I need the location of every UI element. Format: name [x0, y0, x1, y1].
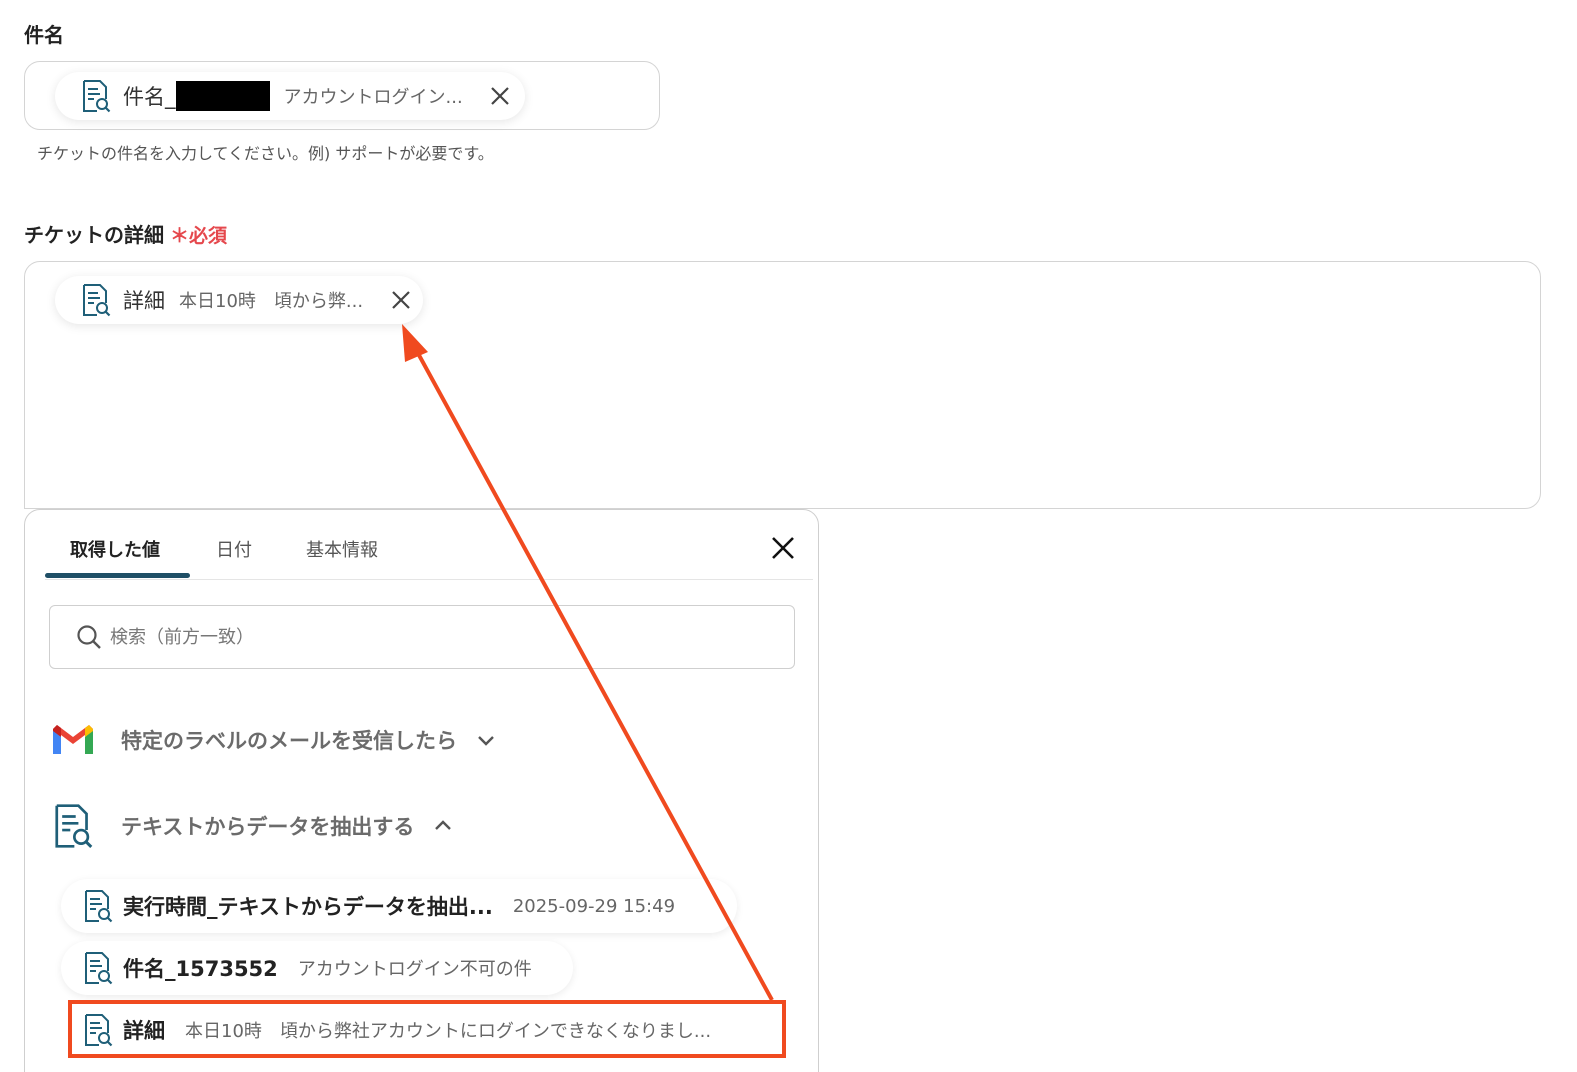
details-chip[interactable]: 詳細 本日10時 頃から弊...	[55, 276, 423, 324]
item-value: 2025-09-29 15:49	[512, 895, 676, 917]
item-name: 実行時間_テキストからデータを抽出...	[123, 895, 493, 919]
document-search-icon	[81, 283, 111, 317]
details-field[interactable]: 詳細 本日10時 頃から弊...	[24, 261, 1541, 509]
close-icon[interactable]	[769, 534, 797, 562]
section-title: 特定のラベルのメールを受信したら	[121, 729, 457, 753]
details-label-text: チケットの詳細	[24, 223, 164, 247]
document-search-icon	[81, 79, 111, 113]
details-chip-value: 本日10時 頃から弊...	[179, 291, 364, 312]
tab-divider	[45, 579, 813, 580]
document-search-icon	[51, 803, 95, 849]
tab-date[interactable]: 日付	[216, 536, 252, 562]
list-item[interactable]: 実行時間_テキストからデータを抽出... 2025-09-29 15:49	[61, 879, 737, 933]
item-value: アカウントログイン不可の件	[297, 959, 532, 980]
subject-chip-value: アカウントログイン...	[283, 87, 463, 108]
subject-chip-name: 件名_	[123, 85, 176, 109]
subject-help-text: チケットの件名を入力してください。例) サポートが必要です。	[37, 144, 494, 163]
section-gmail-trigger[interactable]: 特定のラベルのメールを受信したら	[51, 723, 497, 757]
redacted-block	[175, 81, 270, 111]
annotation-highlight-box	[68, 1000, 786, 1058]
details-chip-name: 詳細	[123, 289, 165, 313]
list-item[interactable]: 件名_1573552 アカウントログイン不可の件	[61, 941, 573, 995]
required-mark: ＊必須	[170, 225, 228, 247]
chevron-down-icon[interactable]	[475, 729, 497, 751]
tab-retrieved-values[interactable]: 取得した値	[70, 536, 160, 562]
document-search-icon	[83, 889, 113, 923]
details-chip-remove-icon[interactable]	[388, 287, 414, 313]
section-text-extract[interactable]: テキストからデータを抽出する	[51, 803, 454, 849]
subject-label: 件名	[24, 23, 64, 47]
active-tab-indicator	[45, 573, 190, 578]
subject-chip[interactable]: 件名_ アカウントログイン...	[55, 72, 525, 120]
details-label: チケットの詳細 ＊必須	[24, 219, 227, 248]
search-icon	[77, 625, 101, 649]
search-input[interactable]	[110, 626, 710, 648]
section-title: テキストからデータを抽出する	[121, 815, 415, 839]
tab-basic-info[interactable]: 基本情報	[306, 536, 378, 562]
search-box[interactable]	[49, 605, 795, 669]
subject-field[interactable]: 件名_ アカウントログイン...	[24, 61, 660, 130]
gmail-icon	[53, 725, 93, 754]
subject-chip-remove-icon[interactable]	[487, 83, 513, 109]
document-search-icon	[83, 951, 113, 985]
value-picker-panel: 取得した値 日付 基本情報 特定のラベルのメールを受信したら テキストからデータ…	[24, 509, 819, 1072]
item-name: 件名_1573552	[123, 957, 278, 981]
chevron-up-icon[interactable]	[432, 815, 454, 837]
